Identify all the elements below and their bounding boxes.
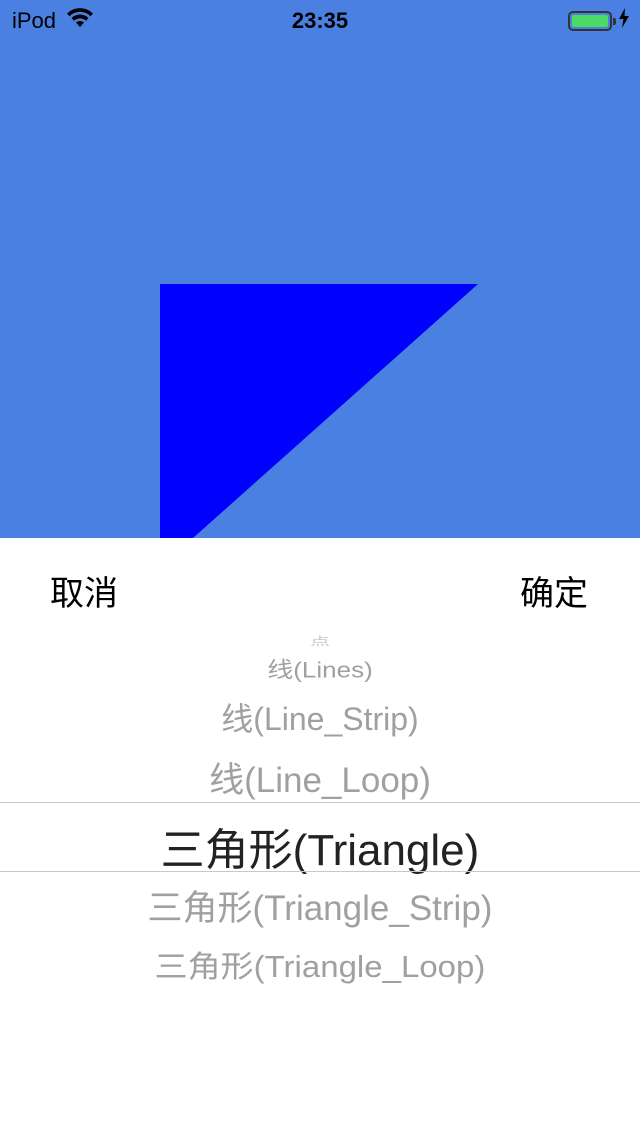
primitive-picker[interactable]: 点 线(Lines) 线(Line_Strip) 线(Line_Loop) 三角… [0,618,640,1038]
picker-item-selected[interactable]: 三角形(Triangle) [0,814,640,878]
gl-background [0,0,640,538]
picker-sheet: 取消 确定 点 线(Lines) 线(Line_Strip) 线(Line_Lo… [0,538,640,1136]
picker-item[interactable]: 线(Lines) [0,653,640,684]
picker-item[interactable]: 三角形(Triangle_Strip) [0,880,640,931]
status-bar: iPod 23:35 [0,0,640,40]
status-right [568,8,630,34]
gl-canvas [0,0,640,538]
picker-item[interactable]: 三角形(Triangle_Loop) [0,942,640,986]
cancel-button[interactable]: 取消 [50,566,118,615]
battery-fill [572,15,608,27]
picker-item[interactable]: 线(Line_Loop) [0,752,640,803]
selection-indicator-bottom [0,871,640,872]
picker-item[interactable]: 线(Line_Strip) [0,694,640,740]
charging-bolt-icon [618,8,630,34]
screen: iPod 23:35 取消 确定 点 线(Lines) 线(Line_Strip… [0,0,640,1136]
confirm-button[interactable]: 确定 [520,566,588,615]
selection-indicator-top [0,802,640,803]
gl-view [0,0,640,538]
status-time: 23:35 [291,8,349,33]
battery-icon [568,11,616,31]
picker-item[interactable]: 点 [0,633,640,649]
